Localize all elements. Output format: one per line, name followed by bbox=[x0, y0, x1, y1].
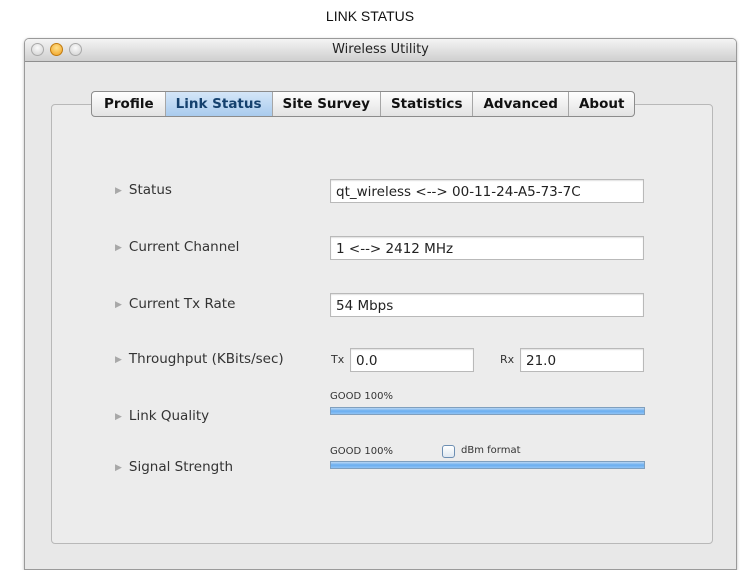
signal-strength-bar bbox=[330, 461, 645, 469]
current-tx-rate-label: ▶ Current Tx Rate bbox=[115, 296, 236, 312]
throughput-label: ▶ Throughput (KBits/sec) bbox=[115, 351, 284, 367]
tab-statistics[interactable]: Statistics bbox=[379, 92, 473, 116]
link-quality-bar bbox=[330, 407, 645, 415]
current-channel-label: ▶ Current Channel bbox=[115, 239, 240, 255]
rx-throughput-field: 21.0 bbox=[520, 348, 644, 372]
disclosure-triangle-icon: ▶ bbox=[115, 463, 122, 473]
status-label: ▶ Status bbox=[115, 182, 172, 198]
disclosure-triangle-icon: ▶ bbox=[115, 243, 122, 253]
dbm-format-checkbox[interactable] bbox=[442, 445, 455, 458]
page-caption: LINK STATUS bbox=[325, 8, 415, 24]
signal-strength-bar-fill bbox=[331, 462, 644, 468]
disclosure-triangle-icon: ▶ bbox=[115, 300, 122, 310]
signal-strength-label: ▶ Signal Strength bbox=[115, 459, 234, 475]
disclosure-triangle-icon: ▶ bbox=[115, 355, 122, 365]
tab-site-survey[interactable]: Site Survey bbox=[271, 92, 380, 116]
rx-label: Rx bbox=[500, 353, 515, 366]
link-quality-label: ▶ Link Quality bbox=[115, 408, 210, 424]
title-bar[interactable]: Wireless Utility bbox=[25, 39, 736, 62]
tab-about[interactable]: About bbox=[567, 92, 634, 116]
disclosure-triangle-icon: ▶ bbox=[115, 186, 122, 196]
tab-profile[interactable]: Profile bbox=[92, 92, 165, 116]
current-tx-rate-field: 54 Mbps bbox=[330, 293, 644, 317]
wireless-utility-window: Wireless Utility Profile Link Status Sit… bbox=[24, 38, 737, 570]
status-field: qt_wireless <--> 00-11-24-A5-73-7C bbox=[330, 179, 644, 203]
signal-strength-caption: GOOD 100% bbox=[330, 446, 393, 457]
tx-throughput-field: 0.0 bbox=[350, 348, 474, 372]
link-quality-caption: GOOD 100% bbox=[330, 391, 393, 402]
disclosure-triangle-icon: ▶ bbox=[115, 412, 122, 422]
window-title: Wireless Utility bbox=[332, 42, 429, 57]
current-channel-field: 1 <--> 2412 MHz bbox=[330, 236, 644, 260]
link-quality-bar-fill bbox=[331, 408, 644, 414]
tab-advanced[interactable]: Advanced bbox=[472, 92, 567, 116]
tab-bar: Profile Link Status Site Survey Statisti… bbox=[91, 91, 636, 117]
tx-label: Tx bbox=[331, 353, 345, 366]
tab-link-status[interactable]: Link Status bbox=[164, 92, 272, 116]
dbm-format-label[interactable]: dBm format bbox=[461, 445, 521, 456]
tab-content-panel bbox=[51, 104, 713, 544]
